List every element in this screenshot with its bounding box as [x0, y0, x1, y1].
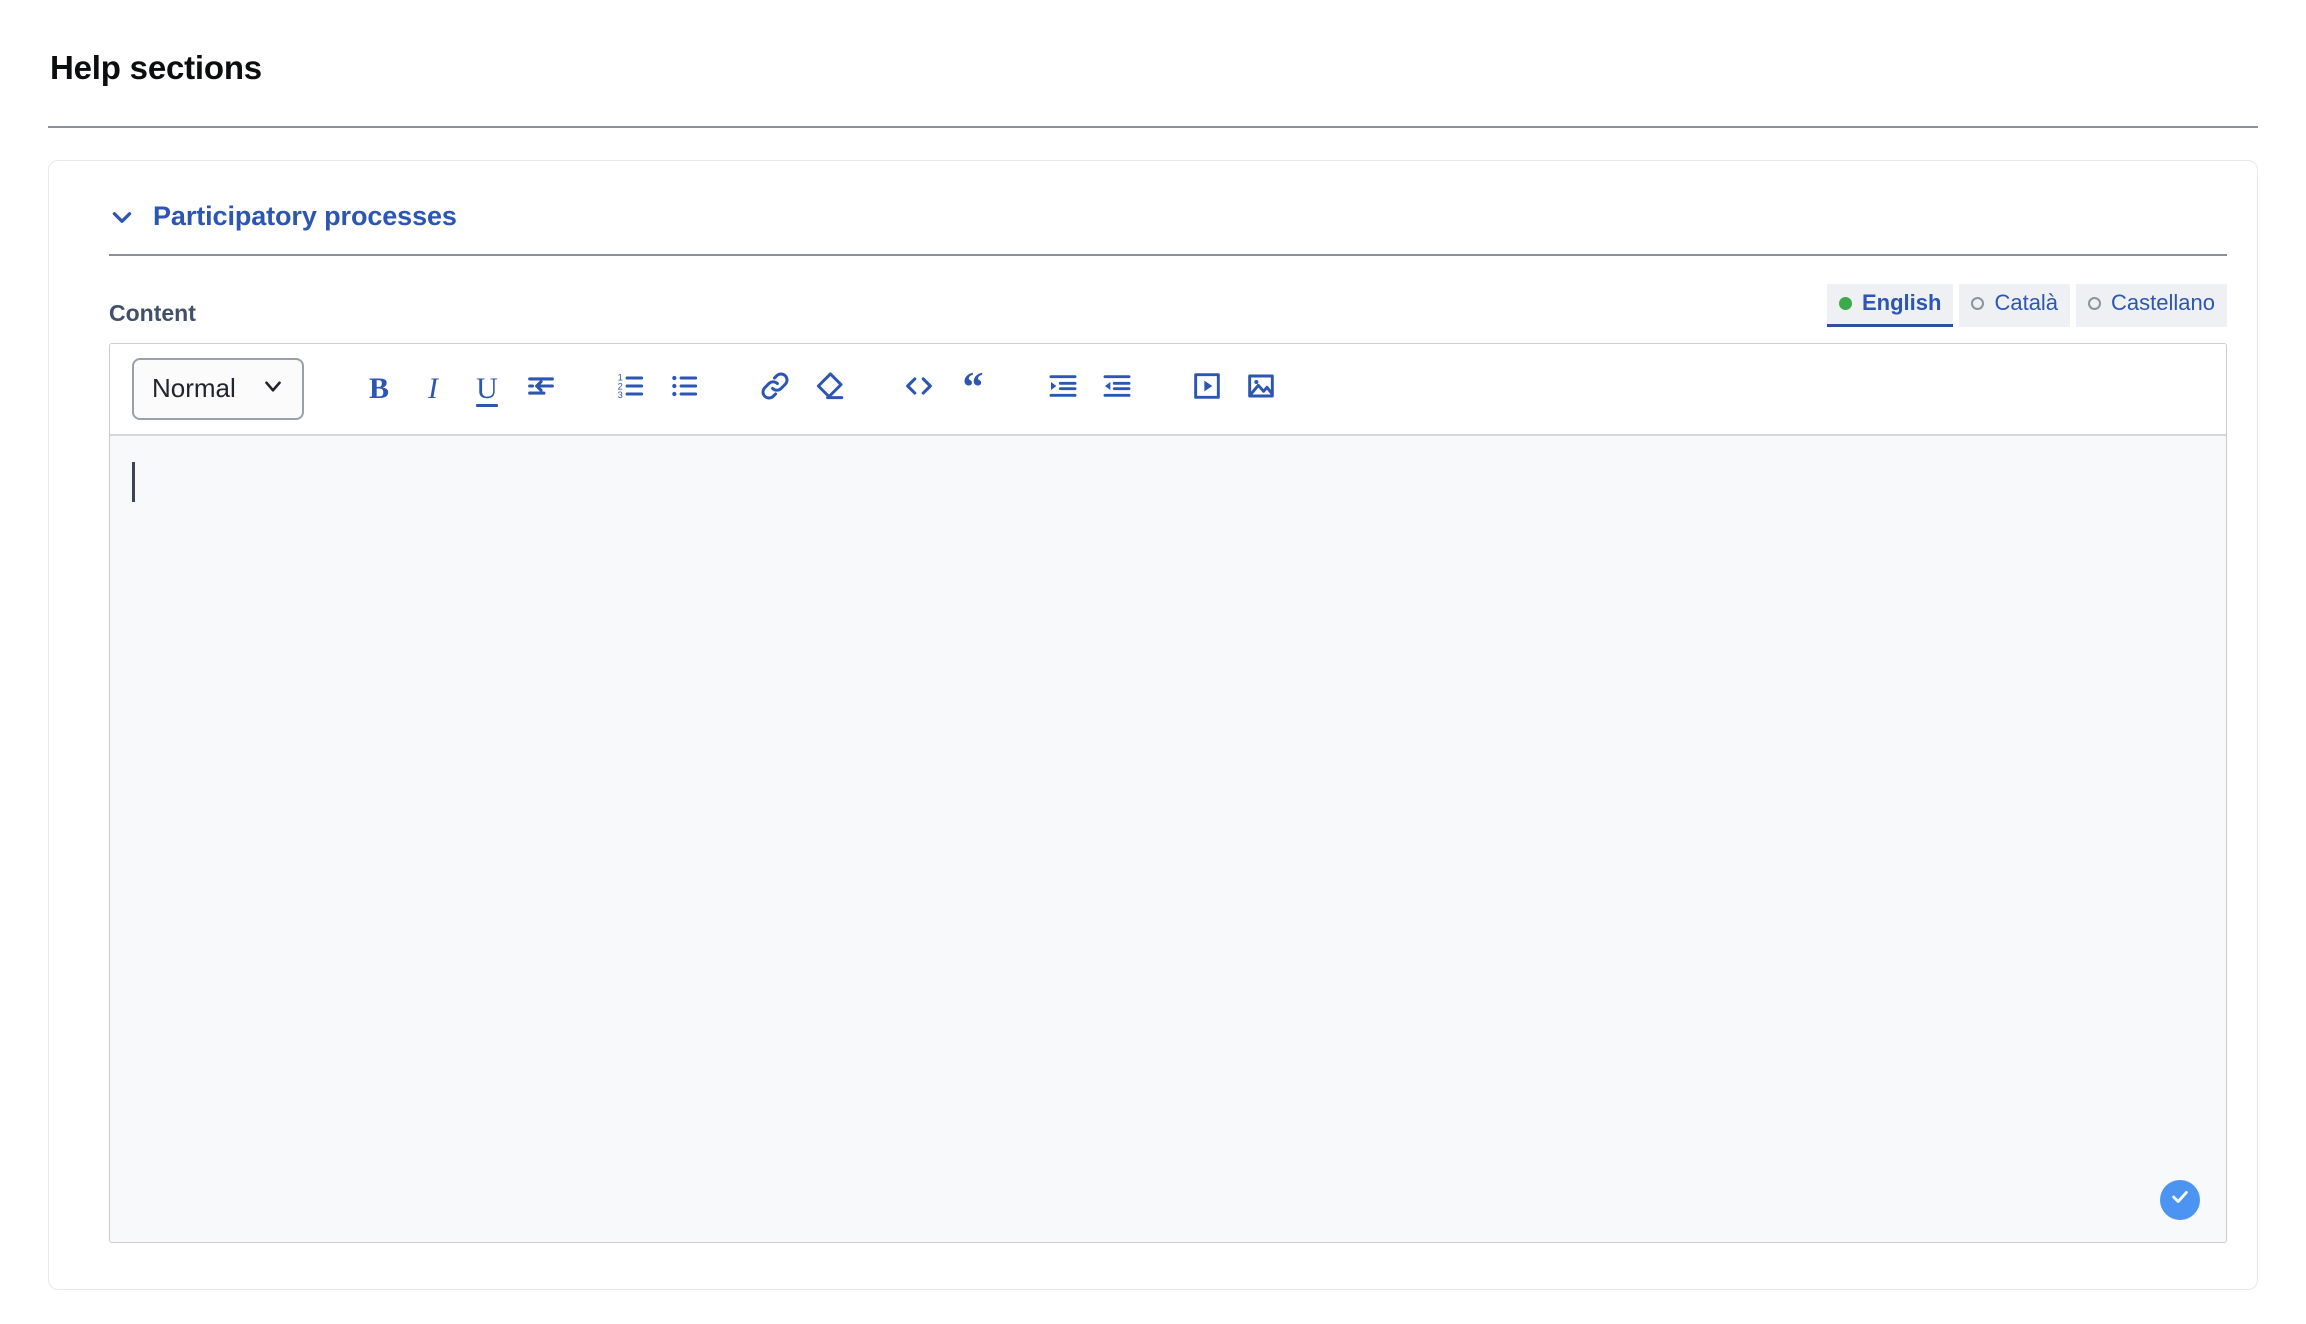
bold-button[interactable]: B: [352, 362, 406, 416]
indent-icon: [1047, 370, 1079, 407]
language-tab-label: Català: [1994, 290, 2059, 316]
paragraph-style-select[interactable]: Normal: [132, 357, 304, 420]
list-group: 1 2 3: [604, 362, 712, 416]
rich-text-editor: Normal B I U 1 2 3 “: [109, 342, 2227, 1243]
bold-icon: B: [368, 371, 389, 405]
status-dot-icon: [1971, 296, 1985, 310]
blockquote-button[interactable]: “: [946, 362, 1000, 416]
video-icon: [1191, 370, 1223, 407]
insert-group: [748, 362, 856, 416]
status-dot-icon: [1839, 296, 1852, 310]
underline-button[interactable]: U: [460, 362, 514, 416]
svg-text:3: 3: [618, 390, 623, 400]
code-block-button[interactable]: [892, 362, 946, 416]
video-button[interactable]: [1180, 362, 1234, 416]
language-tabs: English Català Castellano: [1827, 284, 2227, 327]
hard-break-icon: [524, 369, 558, 408]
hard-break-button[interactable]: [514, 362, 568, 416]
editor-content-area[interactable]: [110, 435, 2226, 1242]
section-header-participatory-processes[interactable]: Participatory processes: [79, 187, 2227, 246]
link-icon: [758, 369, 792, 408]
language-tab-english[interactable]: English: [1827, 284, 1954, 327]
language-tab-catala[interactable]: Català: [1959, 284, 2071, 327]
editor-toolbar: Normal B I U 1 2 3 “: [110, 343, 2226, 436]
outdent-button[interactable]: [1090, 362, 1144, 416]
clear-format-button[interactable]: [802, 362, 856, 416]
code-icon: [902, 369, 936, 408]
bullet-list-icon: [669, 370, 701, 407]
text-format-group: B I U: [352, 362, 568, 416]
eraser-icon: [812, 369, 846, 408]
quote-icon: “: [962, 365, 984, 412]
confirm-button[interactable]: [2160, 1179, 2200, 1220]
indent-group: [1036, 362, 1144, 416]
status-dot-icon: [2088, 296, 2102, 310]
media-group: [1180, 362, 1288, 416]
block-group: “: [892, 362, 1000, 416]
language-tab-castellano[interactable]: Castellano: [2076, 284, 2227, 327]
bullet-list-button[interactable]: [658, 362, 712, 416]
page-title: Help sections: [50, 49, 262, 86]
image-icon: [1245, 370, 1277, 407]
indent-button[interactable]: [1036, 362, 1090, 416]
section-divider: [109, 254, 2227, 257]
help-section-card: Participatory processes Content English …: [48, 160, 2258, 1291]
help-sections-page: Help sections Participatory processes Co…: [0, 0, 2306, 1324]
check-icon: [2169, 1186, 2191, 1213]
link-button[interactable]: [748, 362, 802, 416]
content-label: Content: [109, 299, 196, 326]
chevron-down-icon: [109, 204, 135, 230]
paragraph-style-value: Normal: [152, 373, 236, 404]
section-title: Participatory processes: [153, 201, 457, 232]
content-header-row: Content English Català Castellano: [109, 284, 2227, 327]
ordered-list-icon: 1 2 3: [615, 370, 647, 407]
italic-button[interactable]: I: [406, 362, 460, 416]
language-tab-label: English: [1862, 290, 1942, 316]
ordered-list-button[interactable]: 1 2 3: [604, 362, 658, 416]
language-tab-label: Castellano: [2111, 290, 2215, 316]
title-divider: [48, 126, 2258, 129]
text-caret: [132, 461, 135, 502]
underline-icon: U: [476, 371, 498, 405]
italic-icon: I: [428, 371, 438, 405]
chevron-down-icon: [260, 373, 286, 404]
outdent-icon: [1101, 370, 1133, 407]
image-button[interactable]: [1234, 362, 1288, 416]
